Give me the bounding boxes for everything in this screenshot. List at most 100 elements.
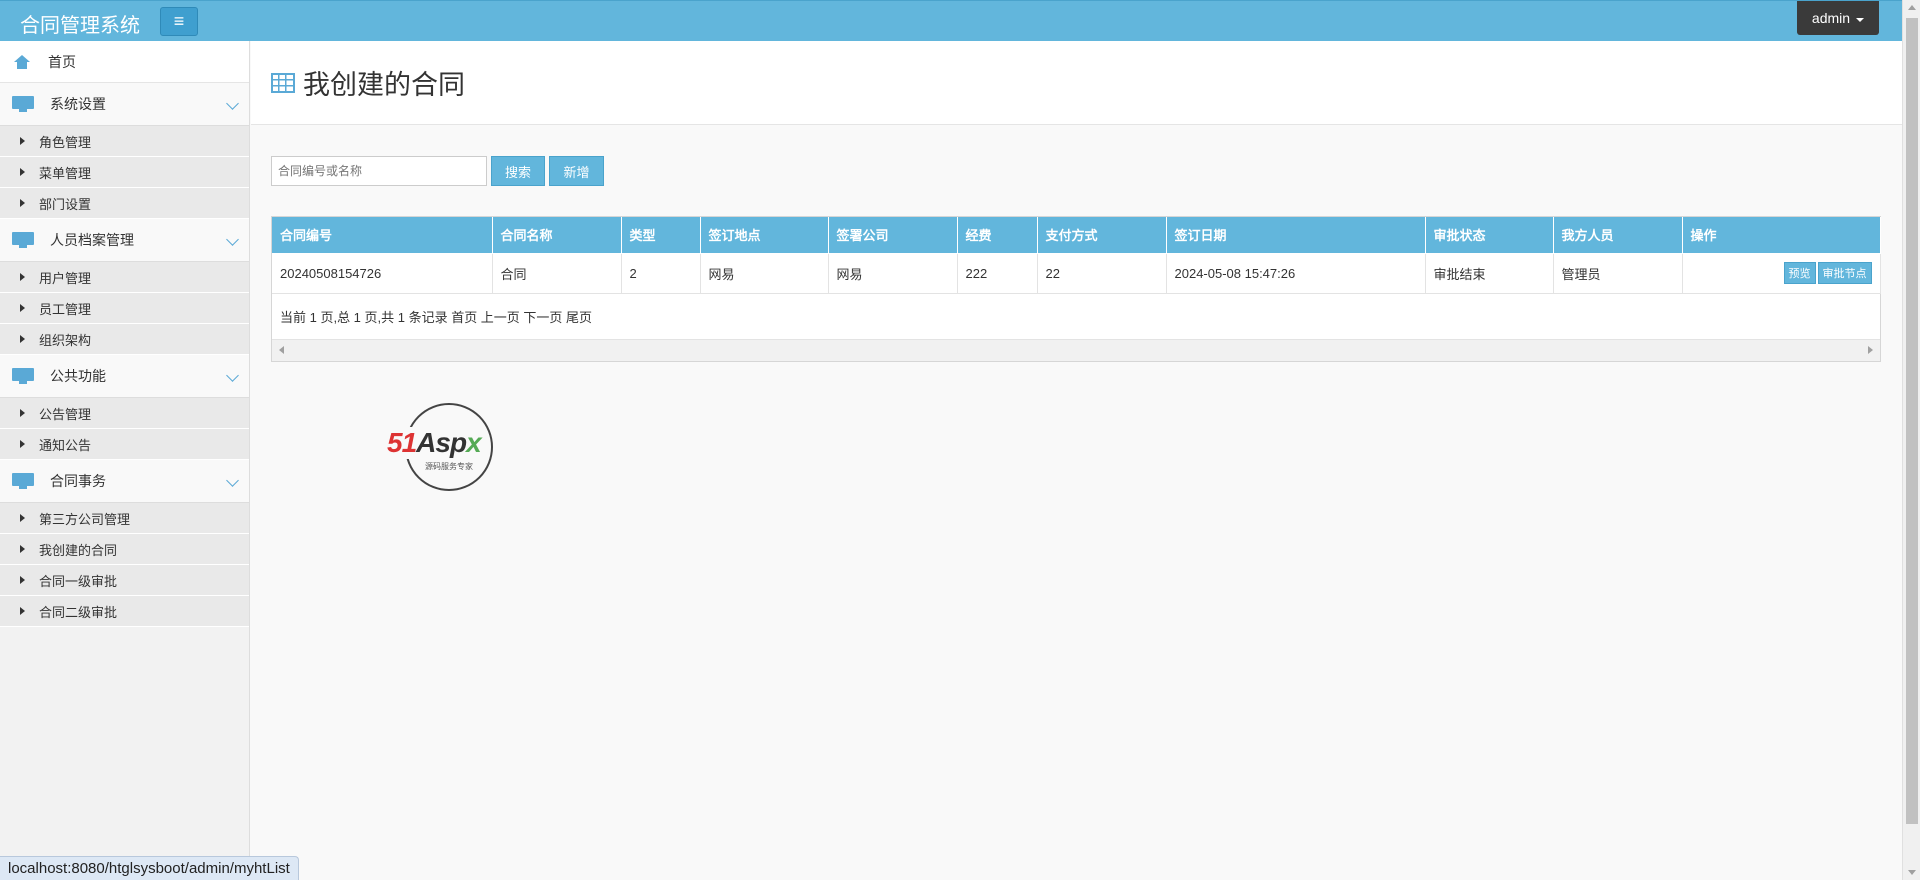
caret-right-icon [20,168,25,176]
column-header[interactable]: 合同编号 [272,217,493,254]
watermark-logo: 51Aspx 源码服务专家 [386,401,516,491]
sidebar-item-notice[interactable]: 通知公告 [0,429,249,460]
table-cell: 网易 [700,253,829,294]
user-menu-button[interactable]: admin [1797,1,1879,35]
browser-status-url: localhost:8080/htglsysboot/admin/myhtLis… [0,856,299,880]
actions-cell: 预览 审批节点 [1682,253,1881,294]
caret-right-icon [20,576,25,584]
chevron-down-icon [226,369,239,382]
sidebar-item-label: 部门设置 [39,196,92,212]
add-button[interactable]: 新增 [549,156,604,186]
caret-right-icon [20,607,25,615]
table-cell: 审批结束 [1425,253,1554,294]
scroll-down-icon[interactable] [1908,870,1916,875]
page-title: 我创建的合同 [303,70,465,100]
sidebar-group-public-functions[interactable]: 公共功能 [0,355,249,398]
table-row[interactable]: 20240508154726 合同 2 网易 网易 222 22 2024-05… [272,253,1881,294]
sidebar-group-personnel-files[interactable]: 人员档案管理 [0,219,249,262]
sidebar-group-label: 公共功能 [50,368,106,384]
sidebar-item-label: 通知公告 [39,437,92,453]
table-cell: 网易 [828,253,958,294]
sidebar-toggle-button[interactable]: ≡ [160,7,198,36]
contract-table-container: 合同编号 合同名称 类型 签订地点 签署公司 经费 支付方式 签订日期 审批状态… [271,216,1881,362]
sidebar-group-contract-affairs[interactable]: 合同事务 [0,460,249,503]
column-header[interactable]: 类型 [621,217,701,254]
column-header[interactable]: 签署公司 [828,217,958,254]
sidebar-item-announcement-management[interactable]: 公告管理 [0,398,249,429]
column-header[interactable]: 合同名称 [492,217,622,254]
caret-right-icon [20,304,25,312]
sidebar-item-menu-management[interactable]: 菜单管理 [0,157,249,188]
logo-wordmark: 51Aspx [386,427,482,459]
column-header[interactable]: 我方人员 [1553,217,1683,254]
chevron-down-icon [226,233,239,246]
sidebar-item-my-contracts[interactable]: 我创建的合同 [0,534,249,565]
caret-right-icon [20,409,25,417]
table-cell: 2024-05-08 15:47:26 [1166,253,1426,294]
sidebar-item-second-level-approval[interactable]: 合同二级审批 [0,596,249,627]
table-header-row: 合同编号 合同名称 类型 签订地点 签署公司 经费 支付方式 签订日期 审批状态… [272,217,1881,254]
sidebar-item-label: 菜单管理 [39,165,92,181]
caret-right-icon [20,440,25,448]
top-navbar: 合同管理系统 ≡ admin [0,0,1902,41]
sidebar-item-role-management[interactable]: 角色管理 [0,126,249,157]
chevron-down-icon [226,474,239,487]
home-icon [14,54,30,69]
table-cell: 管理员 [1553,253,1683,294]
sidebar-group-label: 系统设置 [50,96,106,112]
user-name: admin [1811,10,1851,26]
sidebar-item-first-level-approval[interactable]: 合同一级审批 [0,565,249,596]
main-content: 我创建的合同 搜索 新增 合同编号 合同名称 类型 签订地点 签署公司 经费 支… [251,41,1902,880]
column-header[interactable]: 签订地点 [700,217,829,254]
sidebar-item-label: 合同二级审批 [39,604,118,620]
sidebar-item-home[interactable]: 首页 [0,41,249,83]
column-header[interactable]: 经费 [957,217,1038,254]
scroll-right-icon[interactable] [1868,345,1873,354]
contract-table: 合同编号 合同名称 类型 签订地点 签署公司 经费 支付方式 签订日期 审批状态… [272,217,1881,294]
table-cell: 22 [1037,253,1167,294]
scrollbar-thumb[interactable] [1906,18,1918,824]
column-header[interactable]: 支付方式 [1037,217,1167,254]
table-cell: 222 [957,253,1038,294]
approval-nodes-button[interactable]: 审批节点 [1817,262,1872,284]
sidebar-group-label: 合同事务 [50,473,106,489]
hamburger-icon: ≡ [173,11,185,31]
sidebar-item-employee-management[interactable]: 员工管理 [0,293,249,324]
sidebar-item-third-party-companies[interactable]: 第三方公司管理 [0,503,249,534]
page-header: 我创建的合同 [251,41,1902,125]
search-button[interactable]: 搜索 [491,156,545,186]
horizontal-scrollbar[interactable] [272,339,1880,361]
column-header[interactable]: 审批状态 [1425,217,1554,254]
scroll-up-icon[interactable] [1908,5,1916,10]
table-cell: 合同 [492,253,622,294]
sidebar-item-label: 组织架构 [39,332,92,348]
sidebar-item-label: 角色管理 [39,134,92,150]
caret-down-icon [1856,17,1865,22]
scroll-left-icon[interactable] [279,345,284,354]
sidebar-item-label: 公告管理 [39,406,92,422]
pagination[interactable]: 当前 1 页,总 1 页,共 1 条记录 首页 上一页 下一页 尾页 [272,294,1880,340]
caret-right-icon [20,137,25,145]
preview-button[interactable]: 预览 [1783,262,1816,284]
sidebar-item-org-structure[interactable]: 组织架构 [0,324,249,355]
sidebar-item-label: 合同一级审批 [39,573,118,589]
table-cell: 2 [621,253,701,294]
sidebar-item-label: 第三方公司管理 [39,511,131,527]
sidebar-item-label: 员工管理 [39,301,92,317]
sidebar-group-system-settings[interactable]: 系统设置 [0,83,249,126]
app-title[interactable]: 合同管理系统 [20,9,140,38]
column-header[interactable]: 签订日期 [1166,217,1426,254]
caret-right-icon [20,514,25,522]
search-input[interactable] [271,156,487,186]
vertical-scrollbar[interactable] [1902,0,1920,880]
caret-right-icon [20,335,25,343]
sidebar-item-department-settings[interactable]: 部门设置 [0,188,249,219]
sidebar-item-label: 我创建的合同 [39,542,118,558]
sidebar-item-user-management[interactable]: 用户管理 [0,262,249,293]
sidebar: 首页 系统设置 角色管理 菜单管理 部门设置 人员档案管理 用户管理 员工管理 … [0,41,250,880]
sidebar-group-label: 人员档案管理 [50,232,134,248]
column-header[interactable]: 操作 [1682,217,1881,254]
caret-right-icon [20,273,25,281]
monitor-icon [12,96,34,112]
monitor-icon [12,473,34,489]
